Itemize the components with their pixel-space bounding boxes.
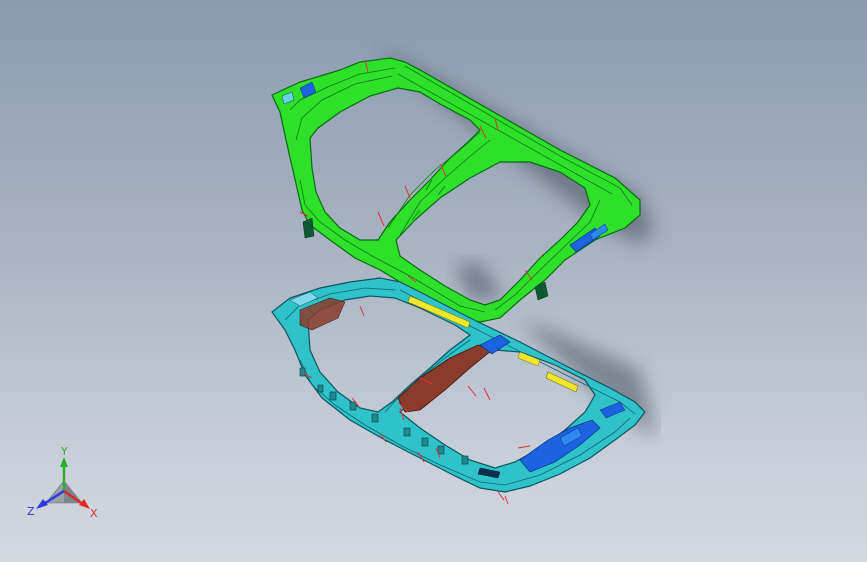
z-axis-label: Z bbox=[27, 505, 35, 518]
orientation-triad[interactable]: Y X Z bbox=[24, 445, 104, 525]
x-axis-arrow-icon bbox=[79, 499, 90, 509]
y-axis-label: Y bbox=[60, 445, 68, 458]
x-axis-label: X bbox=[90, 507, 98, 520]
graphics-viewport[interactable]: Y X Z bbox=[0, 0, 867, 562]
cad-model-view[interactable] bbox=[0, 0, 867, 562]
y-axis-arrow-icon bbox=[60, 457, 68, 467]
z-axis-arrow-icon bbox=[36, 499, 48, 509]
model-shadows bbox=[370, 45, 655, 440]
